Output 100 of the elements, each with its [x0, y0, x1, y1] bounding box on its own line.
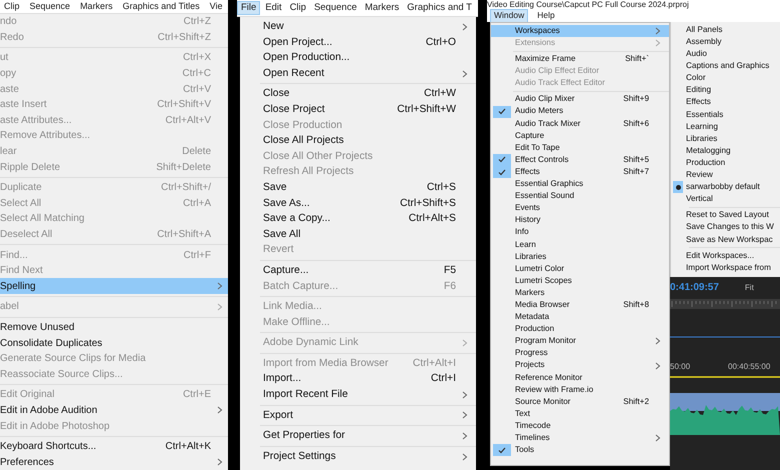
menu-item[interactable]: Import Recent File: [240, 387, 476, 403]
menu-item[interactable]: Close Project Ctrl+Shift+W: [240, 102, 476, 118]
menu-item[interactable]: Source Monitor Shift+2: [491, 396, 669, 408]
menu-item[interactable]: Effect Controls Shift+5: [491, 154, 669, 166]
menu-item[interactable]: Production: [491, 323, 669, 336]
keyboard-shortcut: Shift+9: [623, 93, 649, 106]
menu-item[interactable]: Audio: [671, 48, 780, 60]
menu-item[interactable]: Review with Frame.io: [491, 384, 669, 396]
menu-item[interactable]: Open Project... Ctrl+O: [240, 34, 476, 50]
menu-item[interactable]: Tools: [491, 444, 669, 456]
menu-item[interactable]: Review: [671, 169, 780, 182]
menu-item[interactable]: Remove Unused: [0, 320, 228, 336]
menu-item[interactable]: Captions and Graphics: [671, 60, 780, 72]
menu-item[interactable]: Save All: [240, 226, 476, 242]
menu-item[interactable]: Get Properties for: [240, 428, 476, 444]
menu-item[interactable]: Capture... F5: [240, 262, 476, 278]
menu-item[interactable]: Import... Ctrl+I: [240, 371, 476, 388]
menu-item[interactable]: Vertical: [671, 193, 780, 206]
menu-item[interactable]: Capture: [491, 130, 669, 142]
menu-bar-item[interactable]: Clip: [1, 0, 23, 12]
menu-item[interactable]: Markers: [491, 286, 669, 300]
menu-item[interactable]: Reference Monitor: [491, 372, 669, 384]
menu-item[interactable]: Libraries: [491, 250, 669, 263]
menu-item[interactable]: Timecode: [491, 420, 669, 432]
menu-bar-item[interactable]: Graphics and Titles: [120, 0, 203, 12]
menu-bar-item[interactable]: Edit: [262, 2, 285, 14]
keyboard-shortcut: Ctrl+Shift+S: [400, 196, 456, 211]
menu-item[interactable]: Open Recent: [240, 66, 476, 82]
menu-item[interactable]: Essential Graphics: [491, 178, 669, 190]
chevron-right-icon: [462, 411, 468, 420]
menu-item[interactable]: Media Browser Shift+8: [491, 299, 669, 312]
menu-item[interactable]: Export: [240, 408, 476, 424]
menu-item[interactable]: Preferences: [0, 454, 228, 470]
menu-item[interactable]: Project Settings: [240, 448, 476, 464]
keyboard-shortcut: Ctrl+I: [430, 372, 456, 386]
menu-item[interactable]: Editing: [671, 84, 780, 97]
menu-item[interactable]: Production: [671, 157, 780, 170]
menu-item[interactable]: Edit To Tape: [491, 142, 669, 154]
menu-item[interactable]: History: [491, 214, 669, 226]
menu-item[interactable]: Save As... Ctrl+Shift+S: [240, 196, 476, 212]
menu-item[interactable]: Metalogging: [671, 144, 780, 158]
checkmark-icon: [498, 446, 506, 454]
menu-item[interactable]: Keyboard Shortcuts... Ctrl+Alt+K: [0, 438, 228, 454]
zoom-dropdown[interactable]: Fit: [744, 282, 754, 294]
menu-item[interactable]: Close All Projects: [240, 133, 476, 149]
menu-item[interactable]: Program Monitor: [491, 335, 669, 348]
menu-item[interactable]: sarwarbobby default: [671, 181, 780, 194]
menu-bar-item[interactable]: Sequence: [311, 2, 360, 14]
menu-item[interactable]: Libraries: [671, 132, 780, 145]
menu-bar-item[interactable]: Window: [490, 9, 528, 23]
menu-item[interactable]: Maximize Frame Shift+`: [491, 53, 669, 66]
menu-bar-item[interactable]: Graphics and T: [404, 2, 475, 14]
menu-item[interactable]: Events: [491, 202, 669, 214]
menu-item[interactable]: Save as New Workspac: [671, 234, 780, 246]
menu-item[interactable]: Edit in Adobe Audition: [0, 402, 228, 418]
menu-item[interactable]: Save Ctrl+S: [240, 180, 476, 196]
menu-item[interactable]: Audio Clip Mixer Shift+9: [491, 93, 669, 106]
menu-item[interactable]: Lumetri Color: [491, 262, 669, 275]
menu-item[interactable]: Essentials: [671, 108, 780, 121]
menu-item[interactable]: Save a Copy... Ctrl+Alt+S: [240, 211, 476, 227]
menu-item[interactable]: Audio Meters: [491, 106, 669, 118]
menu-item[interactable]: Assembly: [671, 36, 780, 48]
menu-item[interactable]: Learn: [491, 238, 669, 251]
menu-bar-item[interactable]: File: [237, 0, 260, 16]
menu-item[interactable]: Essential Sound: [491, 190, 669, 202]
menu-item[interactable]: Projects: [491, 360, 669, 372]
menu-item[interactable]: Effects Shift+7: [491, 166, 669, 178]
menu-bar-item[interactable]: Markers: [362, 2, 402, 14]
keyboard-shortcut: Ctrl+Shift+/: [160, 181, 211, 196]
menu-item[interactable]: Learning: [671, 120, 780, 133]
menu-item[interactable]: Spelling: [0, 278, 228, 294]
menu-item[interactable]: Edit Workspaces...: [671, 250, 780, 262]
menu-item[interactable]: Metadata: [491, 311, 669, 324]
menu-item[interactable]: Info: [491, 226, 669, 239]
menu-item[interactable]: Lumetri Scopes: [491, 274, 669, 287]
menu-bar-item[interactable]: Vie: [206, 0, 226, 12]
menu-item[interactable]: Open Production...: [240, 50, 476, 66]
menu-item[interactable]: Consolidate Duplicates: [0, 335, 228, 351]
menu-item[interactable]: All Panels: [671, 24, 780, 36]
menu-bar-item[interactable]: Markers: [77, 0, 116, 12]
menu-bar-item[interactable]: Help: [534, 10, 558, 22]
menu-bar-item[interactable]: Clip: [286, 2, 310, 14]
keyboard-shortcut: Ctrl+Shift+A: [157, 228, 211, 242]
menu-item[interactable]: Reset to Saved Layout: [671, 209, 780, 222]
menu-item[interactable]: Save Changes to this W: [671, 222, 780, 234]
menu-item[interactable]: Effects: [671, 96, 780, 109]
keyboard-shortcut: F5: [444, 264, 456, 278]
menu-item[interactable]: Workspaces: [491, 25, 669, 38]
menu-item[interactable]: Color: [671, 72, 780, 84]
menu-item[interactable]: Text: [491, 408, 669, 420]
menu-item[interactable]: Close Ctrl+W: [240, 86, 476, 102]
menu-item[interactable]: Timelines: [491, 432, 669, 444]
keyboard-shortcut: Shift+7: [623, 166, 649, 178]
menu-item[interactable]: Import Workspace from: [671, 262, 780, 274]
menu-item[interactable]: Audio Track Mixer Shift+6: [491, 118, 669, 130]
chevron-right-icon: [217, 458, 223, 466]
menu-bar-item[interactable]: Sequence: [26, 0, 74, 12]
menu-item[interactable]: New: [240, 19, 476, 35]
keyboard-shortcut: Shift+Delete: [156, 160, 211, 175]
menu-item[interactable]: Progress: [491, 347, 669, 360]
